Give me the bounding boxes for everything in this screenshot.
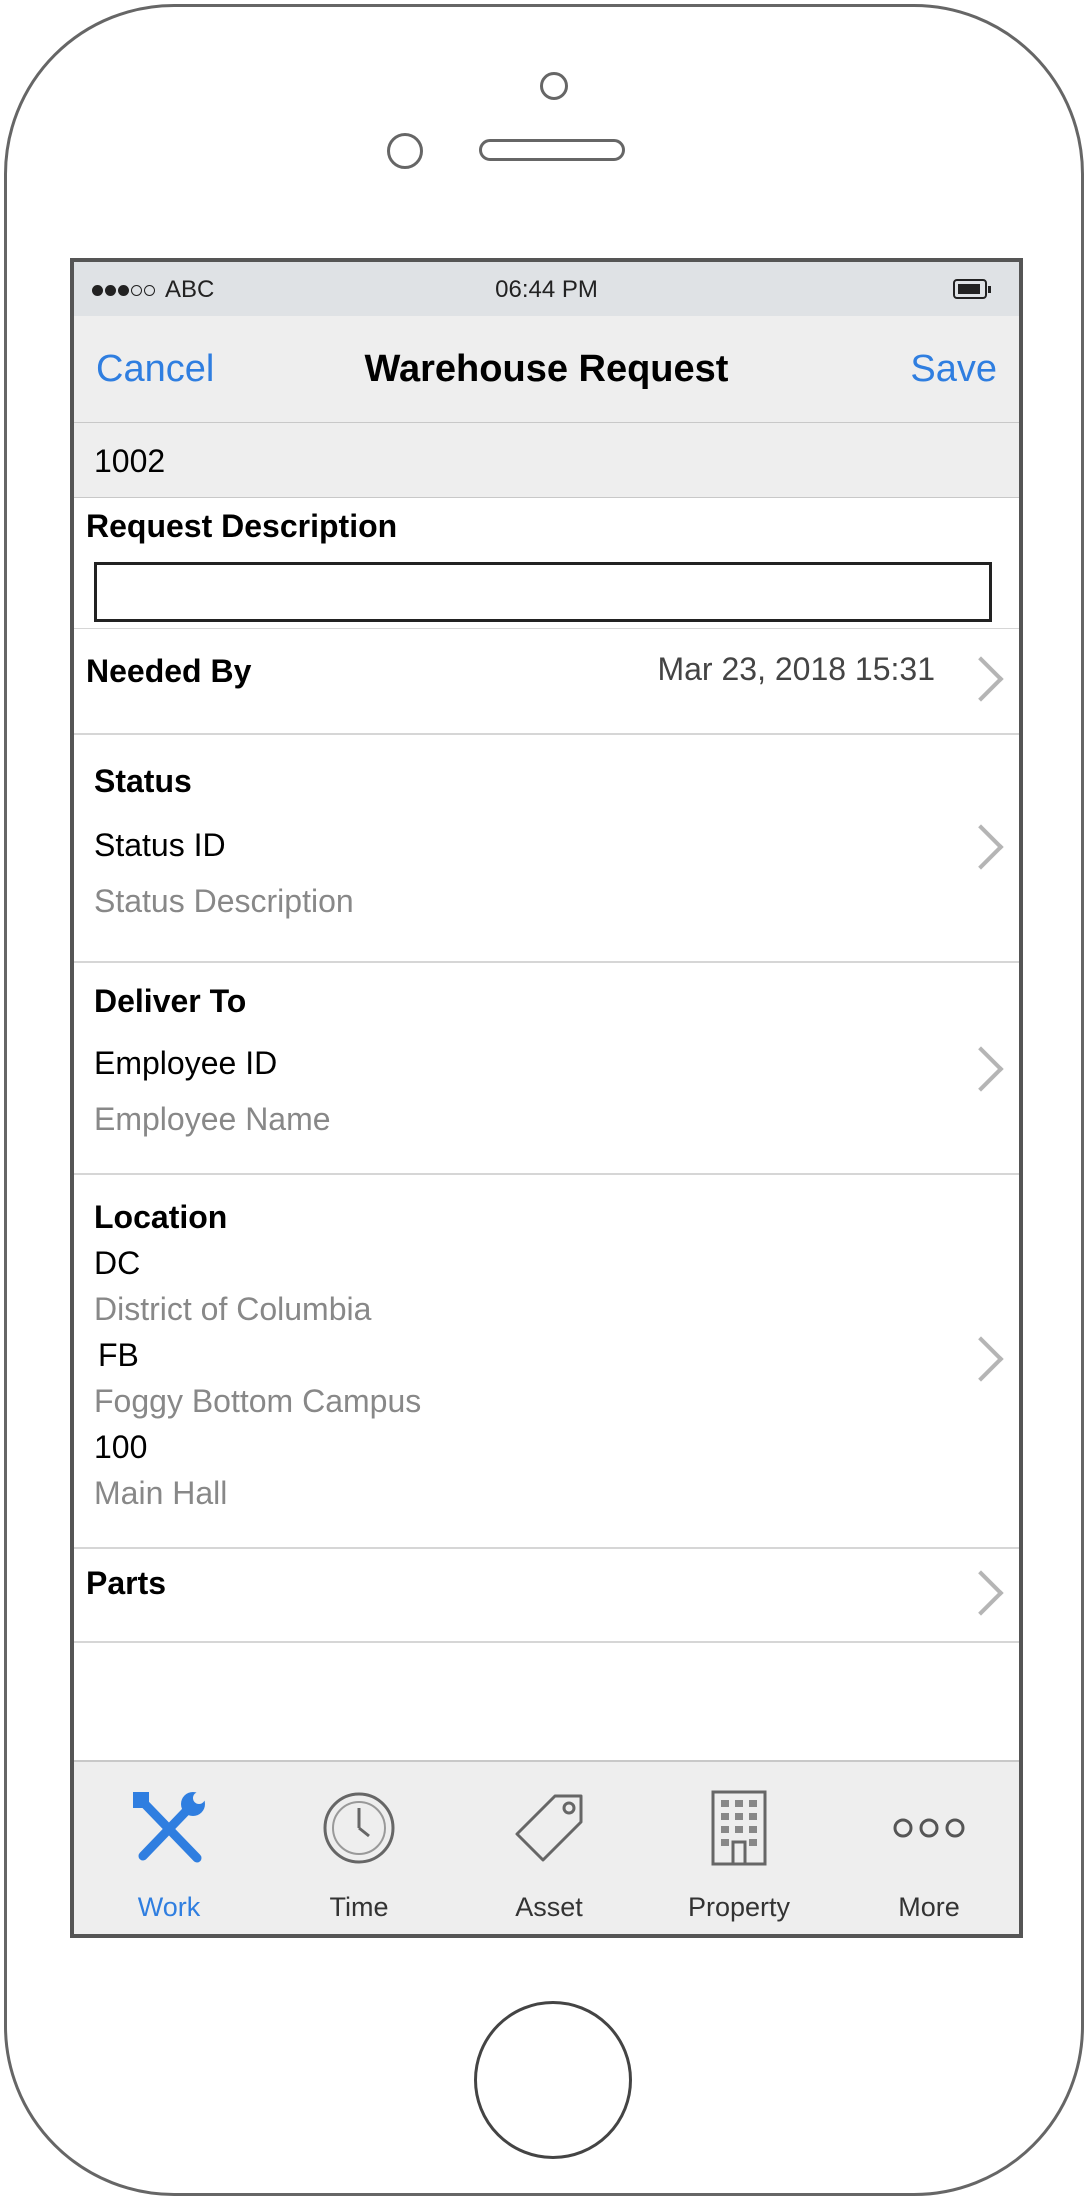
cancel-button[interactable]: Cancel xyxy=(96,348,214,391)
location-campus-name: Foggy Bottom Campus xyxy=(94,1383,422,1419)
status-description: Status Description xyxy=(94,883,354,919)
building-icon xyxy=(711,1790,767,1866)
parts-label: Parts xyxy=(86,1565,167,1601)
battery-icon xyxy=(953,279,991,299)
status-row[interactable]: Status Status ID Status Description xyxy=(74,735,1019,963)
location-label: Location xyxy=(94,1199,228,1235)
chevron-right-icon xyxy=(958,824,1004,870)
tab-work-label: Work xyxy=(137,1892,201,1922)
record-id-row: 1002 xyxy=(74,423,1019,498)
tab-asset[interactable]: Asset xyxy=(454,1762,644,1934)
more-icon xyxy=(893,1818,965,1838)
tab-more[interactable]: More xyxy=(834,1762,1019,1934)
location-row[interactable]: Location DC District of Columbia FB Fogg… xyxy=(74,1175,1019,1549)
front-sensor xyxy=(387,133,423,169)
needed-by-row[interactable]: Needed By Mar 23, 2018 15:31 xyxy=(74,629,1019,735)
tag-icon xyxy=(515,1794,583,1862)
status-bar: ABC 06:44 PM xyxy=(74,262,1019,317)
chevron-right-icon xyxy=(958,1336,1004,1382)
employee-name: Employee Name xyxy=(94,1101,331,1137)
home-button[interactable] xyxy=(474,2001,632,2159)
tab-more-label: More xyxy=(898,1892,960,1922)
parts-row[interactable]: Parts xyxy=(74,1549,1019,1643)
chevron-right-icon xyxy=(958,1046,1004,1092)
page-title: Warehouse Request xyxy=(364,348,729,390)
chevron-right-icon xyxy=(958,656,1004,702)
status-id: Status ID xyxy=(94,827,226,863)
location-region-name: District of Columbia xyxy=(94,1291,372,1327)
record-id: 1002 xyxy=(94,443,166,479)
tab-time[interactable]: Time xyxy=(264,1762,454,1934)
deliver-to-label: Deliver To xyxy=(94,983,247,1019)
status-time: 06:44 PM xyxy=(495,276,598,303)
location-building-name: Main Hall xyxy=(94,1475,228,1511)
tab-bar: Work Time Asset Property More xyxy=(74,1760,1019,1934)
request-description-label: Request Description xyxy=(86,508,398,544)
chevron-right-icon xyxy=(958,1570,1004,1616)
tab-time-label: Time xyxy=(329,1892,389,1922)
needed-by-label: Needed By xyxy=(86,653,252,689)
deliver-to-row[interactable]: Deliver To Employee ID Employee Name xyxy=(74,963,1019,1175)
camera-icon xyxy=(540,72,568,100)
request-description-input[interactable] xyxy=(94,562,992,622)
status-label: Status xyxy=(94,763,192,799)
request-description-section: Request Description xyxy=(74,498,1019,630)
location-campus-code: FB xyxy=(98,1337,139,1373)
employee-id: Employee ID xyxy=(94,1045,278,1081)
tab-work[interactable]: Work xyxy=(74,1762,264,1934)
tab-property[interactable]: Property xyxy=(644,1762,834,1934)
tab-asset-label: Asset xyxy=(515,1892,583,1922)
clock-icon xyxy=(323,1792,395,1864)
tab-property-label: Property xyxy=(687,1892,791,1922)
tools-icon xyxy=(133,1792,205,1863)
save-button[interactable]: Save xyxy=(910,348,997,391)
navigation-bar: Cancel Warehouse Request Save xyxy=(74,316,1019,423)
screen: ABC 06:44 PM Cancel Warehouse Request Sa… xyxy=(70,258,1023,1938)
speaker-grille xyxy=(479,139,625,161)
location-building-code: 100 xyxy=(94,1429,148,1465)
location-region-code: DC xyxy=(94,1245,141,1281)
needed-by-value: Mar 23, 2018 15:31 xyxy=(657,651,935,687)
